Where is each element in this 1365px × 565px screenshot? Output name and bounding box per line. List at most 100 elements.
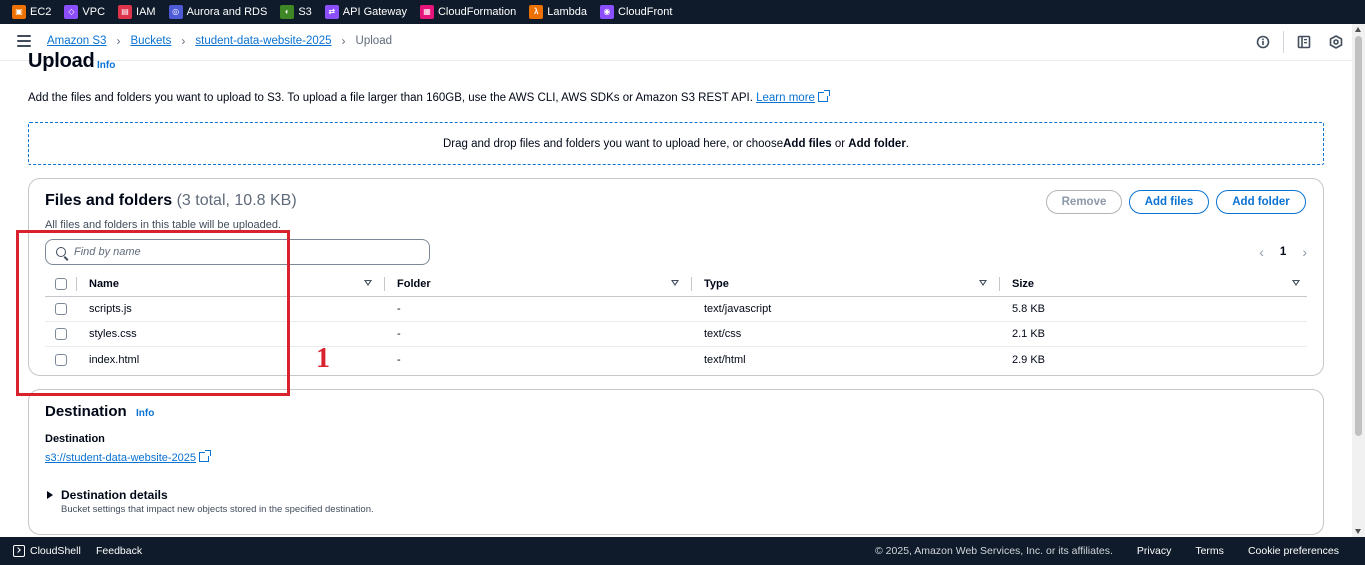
file-size: 2.1 KB <box>1012 328 1046 340</box>
file-folder: - <box>397 353 401 366</box>
page-scrollbar[interactable] <box>1352 24 1365 537</box>
service-lambda[interactable]: λ Lambda <box>529 5 587 19</box>
service-label: Lambda <box>547 6 588 18</box>
copyright-text: © 2025, Amazon Web Services, Inc. or its… <box>875 545 1113 557</box>
destination-details-title: Destination details <box>61 488 168 502</box>
privacy-link[interactable]: Privacy <box>1137 545 1171 557</box>
column-divider <box>691 277 692 291</box>
service-cloudfront[interactable]: ◉ CloudFront <box>600 5 672 19</box>
service-label: CloudFront <box>618 6 673 18</box>
service-ec2[interactable]: ▣ EC2 <box>12 5 51 19</box>
breadcrumb-bucket[interactable]: student-data-website-2025 <box>195 35 331 47</box>
scroll-up-arrow-icon[interactable] <box>1355 27 1361 32</box>
file-type: text/javascript <box>704 303 772 315</box>
vpc-icon: ◇ <box>64 5 79 19</box>
destination-details-toggle[interactable]: Destination details <box>47 488 168 502</box>
learn-more-link[interactable]: Learn more <box>756 92 815 104</box>
service-label: EC2 <box>30 6 52 18</box>
service-iam[interactable]: ▤ IAM <box>118 5 156 19</box>
add-files-button[interactable]: Add files <box>1129 190 1209 214</box>
column-divider <box>999 277 1000 291</box>
file-type: text/html <box>704 353 746 366</box>
info-circle-icon[interactable] <box>1247 24 1279 60</box>
breadcrumb-buckets[interactable]: Buckets <box>130 35 171 47</box>
destination-bucket-text[interactable]: s3://student-data-website-2025 <box>45 452 196 464</box>
scroll-down-arrow-icon[interactable] <box>1355 529 1361 534</box>
sort-folder-icon[interactable] <box>671 280 679 286</box>
dropzone-text: Drag and drop files and folders you want… <box>443 137 784 150</box>
sort-size-icon[interactable] <box>1292 280 1300 286</box>
breadcrumb: Amazon S3 › Buckets › student-data-websi… <box>47 34 392 48</box>
annotation-highlight-box <box>16 230 290 396</box>
destination-details-description: Bucket settings that impact new objects … <box>61 504 374 515</box>
file-folder: - <box>397 303 401 315</box>
api-gateway-icon: ⇄ <box>324 5 339 19</box>
column-folder[interactable]: Folder <box>397 278 431 290</box>
destination-panel: Destination Info Destination s3://studen… <box>28 389 1324 535</box>
service-label: API Gateway <box>342 6 407 18</box>
services-bar: ▣ EC2 ◇ VPC ▤ IAM ◎ Aurora and RDS ◐ S3 ⇄ API … <box>0 0 1365 24</box>
annotation-number: 1 <box>316 343 330 374</box>
files-panel-title: Files and folders (3 total, 10.8 KB) <box>45 192 297 210</box>
description-text: Add the files and folders you want to up… <box>28 92 753 104</box>
panel-toggle-icon[interactable] <box>1288 24 1320 60</box>
caret-right-icon <box>47 491 53 499</box>
next-page-icon[interactable]: › <box>1302 244 1307 260</box>
terms-link[interactable]: Terms <box>1195 545 1224 557</box>
add-folder-button[interactable]: Add folder <box>1216 190 1306 214</box>
service-s3[interactable]: ◐ S3 <box>280 5 312 19</box>
scroll-thumb[interactable] <box>1355 36 1362 436</box>
sort-type-icon[interactable] <box>979 280 987 286</box>
external-link-icon <box>199 450 212 462</box>
s3-icon: ◐ <box>280 5 295 19</box>
service-label: VPC <box>82 6 106 18</box>
cloudshell-button[interactable]: CloudShell <box>13 545 81 557</box>
settings-hexagon-icon[interactable] <box>1320 24 1352 60</box>
destination-info-link[interactable]: Info <box>136 408 154 419</box>
breadcrumb-current: Upload <box>355 35 392 47</box>
sort-name-icon[interactable] <box>364 280 372 286</box>
lambda-icon: λ <box>529 5 544 19</box>
page-number[interactable]: 1 <box>1280 246 1286 258</box>
column-type[interactable]: Type <box>704 278 729 290</box>
breadcrumb-separator: › <box>181 34 186 48</box>
cloudformation-icon: ▦ <box>419 5 434 19</box>
page-description: Add the files and folders you want to up… <box>28 90 830 104</box>
footer: CloudShell Feedback © 2025, Amazon Web S… <box>0 537 1365 565</box>
files-count: (3 total, 10.8 KB) <box>176 192 297 209</box>
destination-title: Destination <box>45 403 127 420</box>
files-panel-title-text: Files and folders <box>45 192 173 209</box>
service-vpc[interactable]: ◇ VPC <box>64 5 105 19</box>
remove-button[interactable]: Remove <box>1046 190 1122 214</box>
breadcrumb-separator: › <box>341 34 346 48</box>
file-size: 2.9 KB <box>1012 353 1046 366</box>
iam-icon: ▤ <box>118 5 133 19</box>
prev-page-icon[interactable]: ‹ <box>1259 244 1264 260</box>
service-label: IAM <box>136 6 156 18</box>
file-size: 5.8 KB <box>1012 303 1046 315</box>
service-label: S3 <box>298 6 312 18</box>
breadcrumb-amazon-s3[interactable]: Amazon S3 <box>47 35 106 47</box>
external-link-icon <box>817 90 830 102</box>
cloudshell-icon <box>13 545 25 557</box>
hamburger-menu-icon[interactable] <box>17 35 31 47</box>
cookie-preferences-link[interactable]: Cookie preferences <box>1248 545 1339 557</box>
ec2-icon: ▣ <box>12 5 26 19</box>
service-api-gateway[interactable]: ⇄ API Gateway <box>324 5 407 19</box>
feedback-link[interactable]: Feedback <box>96 545 142 557</box>
breadcrumb-separator: › <box>116 34 121 48</box>
service-label: Aurora and RDS <box>186 6 268 18</box>
dropzone-suffix: . <box>905 137 909 150</box>
file-type: text/css <box>704 328 742 340</box>
header-divider <box>1283 31 1284 53</box>
column-size[interactable]: Size <box>1012 278 1034 290</box>
destination-bucket-link[interactable]: s3://student-data-website-2025 <box>45 450 212 464</box>
pagination: ‹ 1 › <box>1259 244 1307 260</box>
file-folder: - <box>397 328 401 340</box>
service-rds[interactable]: ◎ Aurora and RDS <box>168 5 268 19</box>
upload-dropzone[interactable]: Drag and drop files and folders you want… <box>28 122 1324 165</box>
footer-links: © 2025, Amazon Web Services, Inc. or its… <box>875 545 1339 557</box>
title-info-link[interactable]: Info <box>97 60 115 71</box>
service-cloudformation[interactable]: ▦ CloudFormation <box>419 5 516 19</box>
cloudshell-label: CloudShell <box>30 545 81 557</box>
